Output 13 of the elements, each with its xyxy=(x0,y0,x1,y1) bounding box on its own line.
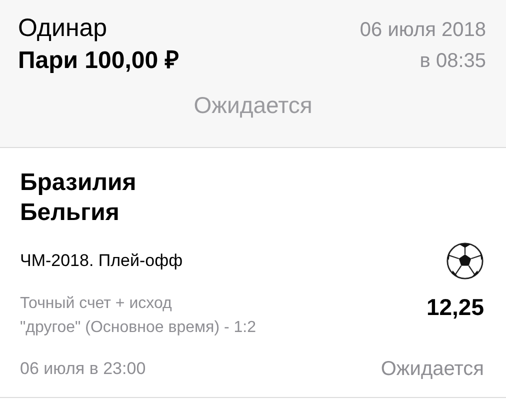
event-status: Ожидается xyxy=(380,357,484,382)
team-name: Бельгия xyxy=(20,198,120,228)
soccer-ball-icon xyxy=(446,242,484,280)
event-start-time: 06 июля в 23:00 xyxy=(20,358,146,380)
bet-status: Ожидается xyxy=(194,91,312,120)
tournament-name: ЧМ-2018. Плей-офф xyxy=(20,250,183,272)
odds-value: 12,25 xyxy=(426,293,484,322)
market-description: Точный счет + исход "другое" (Основное время) - 1:2 xyxy=(20,294,257,338)
bet-type: Одинар xyxy=(18,13,108,44)
bet-date: 06 июля 2018 xyxy=(360,18,486,43)
bet-time: в 08:35 xyxy=(420,49,486,74)
bet-stake: Пари 100,00 ₽ xyxy=(18,46,179,76)
team-name: Бразилия xyxy=(20,168,138,198)
